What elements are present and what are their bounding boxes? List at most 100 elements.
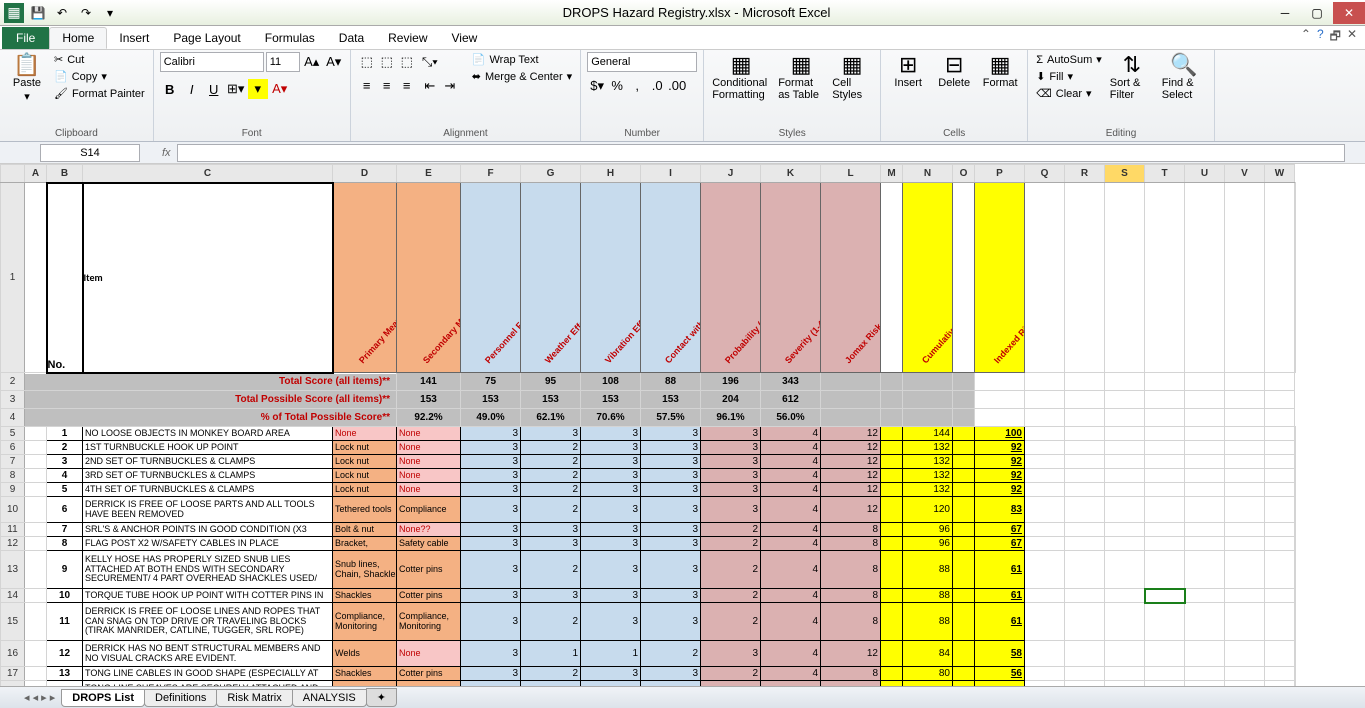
cell-k-6[interactable]: 4	[761, 441, 821, 455]
cell-i-13[interactable]: 3	[641, 551, 701, 589]
new-sheet-button[interactable]: ✦	[366, 688, 397, 707]
cut-button[interactable]: ✂ Cut	[52, 52, 147, 67]
cell-n-8[interactable]: 132	[903, 469, 953, 483]
cell-no-10[interactable]: 6	[47, 497, 83, 523]
cell-no-6[interactable]: 2	[47, 441, 83, 455]
redo-button[interactable]: ↷	[76, 3, 96, 23]
cell-R6[interactable]	[1105, 441, 1145, 455]
cell-d-16[interactable]: Welds	[333, 641, 397, 667]
cell-n-13[interactable]: 88	[903, 551, 953, 589]
autosum-button[interactable]: Σ AutoSum ▾	[1034, 52, 1104, 67]
clear-button[interactable]: ⌫ Clear ▾	[1034, 86, 1104, 101]
cell-S16[interactable]	[1145, 641, 1185, 667]
cell-l-7[interactable]: 12	[821, 455, 881, 469]
cell-W8[interactable]	[1295, 469, 1296, 483]
col-header-U[interactable]: U	[1185, 165, 1225, 183]
cell-no-16[interactable]: 12	[47, 641, 83, 667]
help-icon[interactable]: ?	[1317, 27, 1324, 48]
cell-S5[interactable]	[1145, 427, 1185, 441]
cell-j-5[interactable]: 3	[701, 427, 761, 441]
fill-color-button[interactable]: ▾	[248, 79, 268, 99]
cell-S9[interactable]	[1145, 483, 1185, 497]
cell-e-5[interactable]: None	[397, 427, 461, 441]
row-header-9[interactable]: 9	[1, 483, 25, 497]
cell-P8[interactable]	[1025, 469, 1065, 483]
cell-g-7[interactable]: 2	[521, 455, 581, 469]
cell-d-12[interactable]: Bracket,	[333, 537, 397, 551]
summary-r2-0[interactable]: 141	[397, 373, 461, 391]
col-header-I[interactable]: I	[641, 165, 701, 183]
cell-h-6[interactable]: 3	[581, 441, 641, 455]
cell-W9[interactable]	[1295, 483, 1296, 497]
col-header-M[interactable]: M	[881, 165, 903, 183]
sort-filter-button[interactable]: ⇅Sort & Filter	[1108, 52, 1156, 103]
cell-W17[interactable]	[1295, 667, 1296, 681]
cell-P11[interactable]	[1025, 523, 1065, 537]
cell-d-5[interactable]: None	[333, 427, 397, 441]
cell-j-8[interactable]: 3	[701, 469, 761, 483]
cell-k-12[interactable]: 4	[761, 537, 821, 551]
summary-r3-2[interactable]: 153	[521, 391, 581, 409]
cell-R8[interactable]	[1105, 469, 1145, 483]
cell-h-5[interactable]: 3	[581, 427, 641, 441]
cell-e-10[interactable]: Compliance	[397, 497, 461, 523]
summary-r4-0[interactable]: 92.2%	[397, 409, 461, 427]
col-header-P[interactable]: P	[975, 165, 1025, 183]
align-right[interactable]: ≡	[397, 75, 417, 95]
cell-e-7[interactable]: None	[397, 455, 461, 469]
currency-button[interactable]: $▾	[587, 76, 607, 96]
cell-f-8[interactable]: 3	[461, 469, 521, 483]
cell-R7[interactable]	[1105, 455, 1145, 469]
cell-k-14[interactable]: 4	[761, 589, 821, 603]
cell-no-11[interactable]: 7	[47, 523, 83, 537]
underline-button[interactable]: U	[204, 79, 224, 99]
cell-p-10[interactable]: 83	[975, 497, 1025, 523]
row-header-11[interactable]: 11	[1, 523, 25, 537]
cell-g-10[interactable]: 2	[521, 497, 581, 523]
align-bot[interactable]: ⬚	[397, 52, 417, 72]
cell-W13[interactable]	[1295, 551, 1296, 589]
cell-g-16[interactable]: 1	[521, 641, 581, 667]
cell-e-11[interactable]: None??	[397, 523, 461, 537]
cell-n-15[interactable]: 88	[903, 603, 953, 641]
cell-no-14[interactable]: 10	[47, 589, 83, 603]
cell-l-5[interactable]: 12	[821, 427, 881, 441]
cell-j-10[interactable]: 3	[701, 497, 761, 523]
tab-nav-icons[interactable]: ◂ ◂ ▸ ▸	[24, 691, 55, 704]
cell-f-13[interactable]: 3	[461, 551, 521, 589]
cell-j-13[interactable]: 2	[701, 551, 761, 589]
tab-insert[interactable]: Insert	[107, 28, 161, 48]
cell-i-16[interactable]: 2	[641, 641, 701, 667]
summary-r2-1[interactable]: 75	[461, 373, 521, 391]
cell-T8[interactable]	[1185, 469, 1225, 483]
summary-r3-6[interactable]: 612	[761, 391, 821, 409]
cell-h-12[interactable]: 3	[581, 537, 641, 551]
insert-cells-button[interactable]: ⊞Insert	[887, 52, 929, 91]
cell-f-15[interactable]: 3	[461, 603, 521, 641]
tab-review[interactable]: Review	[376, 28, 439, 48]
cell-e-6[interactable]: None	[397, 441, 461, 455]
cell-T6[interactable]	[1185, 441, 1225, 455]
cell-P9[interactable]	[1025, 483, 1065, 497]
cell-d-10[interactable]: Tethered tools	[333, 497, 397, 523]
cell-d-8[interactable]: Lock nut	[333, 469, 397, 483]
cell-Q11[interactable]	[1065, 523, 1105, 537]
cell-styles-button[interactable]: ▦Cell Styles	[830, 52, 874, 103]
cell-e-9[interactable]: None	[397, 483, 461, 497]
row-header-14[interactable]: 14	[1, 589, 25, 603]
cell-g-15[interactable]: 2	[521, 603, 581, 641]
cell-i-6[interactable]: 3	[641, 441, 701, 455]
cell-P16[interactable]	[1025, 641, 1065, 667]
cell-p-9[interactable]: 92	[975, 483, 1025, 497]
cell-U9[interactable]	[1225, 483, 1265, 497]
cell-l-17[interactable]: 8	[821, 667, 881, 681]
row-header-8[interactable]: 8	[1, 469, 25, 483]
comma-button[interactable]: ,	[627, 75, 647, 95]
summary-r3-4[interactable]: 153	[641, 391, 701, 409]
tab-file[interactable]: File	[2, 27, 49, 49]
tab-page-layout[interactable]: Page Layout	[161, 28, 252, 48]
col-header-C[interactable]: C	[83, 165, 333, 183]
cell-f-5[interactable]: 3	[461, 427, 521, 441]
cell-T12[interactable]	[1185, 537, 1225, 551]
cell-U14[interactable]	[1225, 589, 1265, 603]
